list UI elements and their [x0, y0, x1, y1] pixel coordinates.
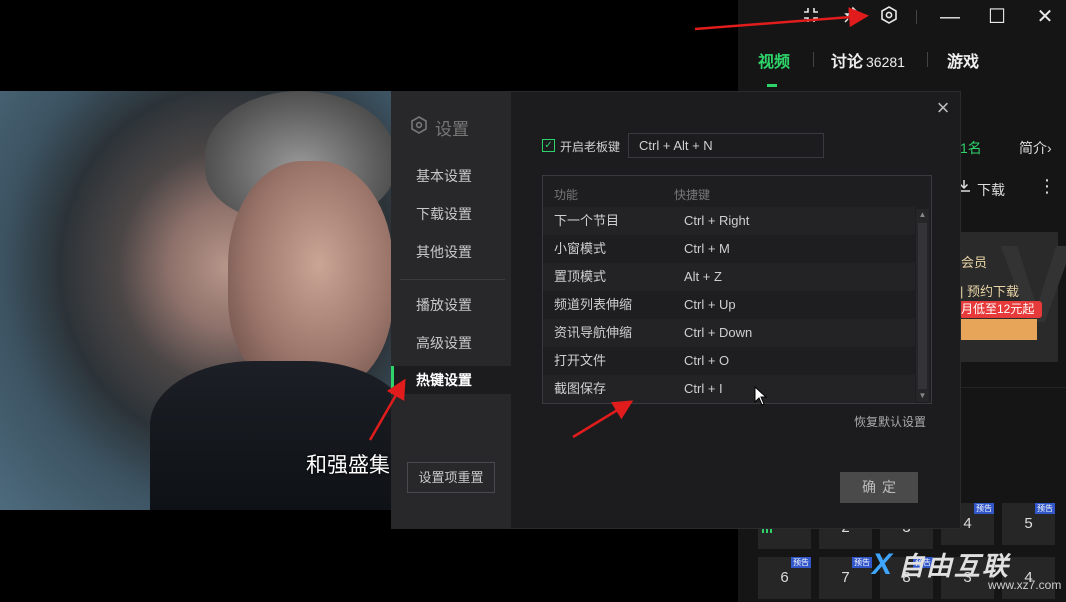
intro-label: 简介 [1019, 140, 1047, 156]
nav-download-settings[interactable]: 下载设置 [391, 200, 511, 228]
preview-badge: 预告 [974, 503, 994, 514]
tab-active-indicator [767, 84, 777, 87]
video-frame-face [228, 161, 392, 391]
nav-other-settings[interactable]: 其他设置 [391, 238, 511, 266]
nav-hotkey-settings[interactable]: 热键设置 [391, 366, 511, 394]
confirm-button[interactable]: 确定 [840, 472, 918, 503]
hotkey-function: 打开文件 [554, 353, 607, 368]
tab-discuss-count: 36281 [866, 54, 905, 70]
episode-number: 4 [963, 515, 972, 532]
scroll-up-icon[interactable]: ▲ [916, 209, 929, 221]
download-button[interactable]: 下载 [977, 180, 1005, 200]
nav-basic-settings[interactable]: 基本设置 [391, 162, 511, 190]
intro-link[interactable]: 简介› [1019, 138, 1052, 158]
table-row[interactable]: 置顶模式 Alt + Z [543, 263, 915, 291]
settings-icon[interactable] [877, 5, 901, 29]
episode-number: 5 [1024, 515, 1033, 532]
settings-icon [410, 115, 428, 140]
hotkey-table: 功能 快捷键 下一个节目 Ctrl + Right 小窗模式 Ctrl + M 置顶… [542, 175, 932, 404]
hotkey-shortcut: Ctrl + M [684, 241, 730, 256]
dialog-title: 设置 [435, 120, 469, 139]
episode-button[interactable]: 6 预告 [758, 557, 811, 599]
scroll-thumb[interactable] [918, 223, 927, 389]
promo-button[interactable] [959, 319, 1037, 340]
fullscreen-exit-icon[interactable] [799, 5, 823, 29]
preview-badge: 预告 [852, 557, 872, 568]
watermark-url: www.xz7.com [988, 578, 1062, 592]
dialog-close-icon[interactable]: × [933, 96, 953, 120]
table-row[interactable]: 下一个节目 Ctrl + Right [543, 207, 915, 235]
vip-member-text: 会员 [961, 255, 988, 270]
hotkey-table-scrollbar[interactable]: ▲ ▼ [916, 209, 929, 402]
boss-key-checkbox[interactable]: ✓ [542, 139, 555, 152]
hotkey-shortcut: Ctrl + O [684, 353, 730, 368]
table-row[interactable]: 打开文件 Ctrl + O [543, 347, 915, 375]
table-row[interactable]: 频道列表伸缩 Ctrl + Up [543, 291, 915, 319]
boss-key-label: 开启老板键 [560, 140, 621, 154]
hotkey-shortcut: Ctrl + Right [684, 213, 750, 228]
scroll-down-icon[interactable]: ▼ [916, 390, 929, 402]
watermark-x-logo: X [872, 548, 893, 581]
topbar-divider [916, 10, 917, 24]
boss-key-input[interactable]: Ctrl + Alt + N [628, 133, 824, 158]
tab-discuss[interactable]: 讨论 36281 [831, 48, 905, 72]
episode-button[interactable]: 7 预告 [819, 557, 872, 599]
restore-default-link[interactable]: 恢复默认设置 [854, 413, 926, 430]
hotkey-shortcut: Ctrl + I [684, 381, 723, 396]
episode-number: 7 [841, 569, 850, 586]
video-subtitle: 和强盛集 [306, 454, 390, 477]
hotkey-function: 截图保存 [554, 381, 607, 396]
table-row[interactable]: 截图保存 Ctrl + I [543, 375, 915, 403]
table-row[interactable]: 资讯导航伸缩 Ctrl + Down [543, 319, 915, 347]
hotkey-shortcut: Alt + Z [684, 269, 722, 284]
minimize-icon[interactable]: — [938, 5, 962, 29]
maximize-icon[interactable]: ☐ [985, 5, 1009, 29]
more-options-icon[interactable]: ⋮ [1038, 176, 1056, 197]
table-row[interactable]: 小窗模式 Ctrl + M [543, 235, 915, 263]
nav-advanced-settings[interactable]: 高级设置 [391, 329, 511, 357]
promo-badge: 月低至12元起 [959, 301, 1042, 318]
episode-number: 6 [780, 569, 789, 586]
header-shortcut: 快捷键 [674, 188, 711, 202]
close-icon[interactable]: ✕ [1033, 5, 1057, 29]
nav-divider [400, 279, 505, 280]
tab-discuss-label: 讨论 [831, 54, 864, 71]
nav-playback-settings[interactable]: 播放设置 [391, 291, 511, 319]
chevron-right-icon: › [1047, 140, 1052, 156]
nav-active-indicator [391, 366, 394, 394]
hotkey-function: 下一个节目 [554, 213, 620, 228]
episode-button[interactable]: 5 预告 [1002, 503, 1055, 545]
hotkey-function: 小窗模式 [554, 241, 607, 256]
header-function: 功能 [554, 188, 579, 202]
preview-badge: 预告 [1035, 503, 1055, 514]
tab-video[interactable]: 视频 [758, 48, 790, 72]
hotkey-function: 资讯导航伸缩 [554, 325, 633, 340]
reset-settings-button[interactable]: 设置项重置 [407, 462, 495, 493]
ranking-text[interactable]: 1名 [960, 138, 982, 158]
mouse-cursor-icon [754, 385, 768, 406]
hotkey-shortcut: Ctrl + Up [684, 297, 736, 312]
hotkey-function: 频道列表伸缩 [554, 297, 633, 312]
hotkey-shortcut: Ctrl + Down [684, 325, 753, 340]
tab-game[interactable]: 游戏 [947, 48, 979, 72]
watermark-name: 自由互联 [898, 551, 1011, 581]
preview-badge: 预告 [791, 557, 811, 568]
tab-separator [927, 52, 928, 67]
video-frame-suit [150, 361, 392, 510]
tab-separator [813, 52, 814, 67]
video-player[interactable] [0, 91, 392, 510]
reserve-download-text[interactable]: | 预约下载 [960, 281, 1019, 300]
pin-icon[interactable] [840, 5, 864, 29]
hotkey-function: 置顶模式 [554, 269, 607, 284]
hotkey-table-header: 功能 快捷键 [543, 176, 931, 208]
